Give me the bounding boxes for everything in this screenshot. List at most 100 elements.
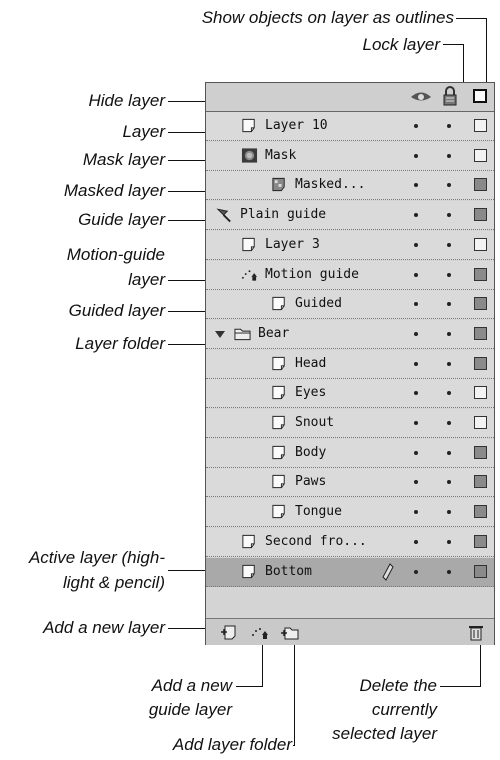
layer-row[interactable]: Tongue <box>206 498 494 528</box>
lock-dot[interactable] <box>447 480 451 485</box>
visibility-dot[interactable] <box>414 391 418 396</box>
visibility-dot[interactable] <box>414 569 418 574</box>
layer-row[interactable]: Bottom <box>206 557 494 587</box>
outline-color-swatch[interactable] <box>474 237 487 251</box>
layer-name: Guided <box>295 296 342 312</box>
callout-masked-layer: Masked layer <box>63 181 165 200</box>
outline-color-swatch[interactable] <box>474 475 487 489</box>
visibility-dot[interactable] <box>414 331 418 336</box>
layer-row[interactable]: Bear <box>206 319 494 349</box>
layer-name: Snout <box>295 415 335 430</box>
visibility-dot[interactable] <box>414 213 418 218</box>
lock-dot[interactable] <box>447 183 451 188</box>
outline-color-swatch[interactable] <box>474 356 487 370</box>
leader-outlines-h <box>456 18 486 19</box>
leader-outlines-v <box>486 18 487 88</box>
outline-color-swatch[interactable] <box>474 445 487 459</box>
layer-row[interactable]: Layer 3 <box>206 230 494 260</box>
callout-show-outlines: Show objects on layer as outlines <box>201 8 454 27</box>
lock-dot[interactable] <box>447 391 451 396</box>
outline-color-swatch[interactable] <box>474 505 487 519</box>
eye-icon[interactable] <box>410 87 432 105</box>
outline-color-swatch[interactable] <box>474 148 487 162</box>
layer-row[interactable]: Eyes <box>206 379 494 409</box>
outline-color-swatch[interactable] <box>474 208 487 222</box>
lock-dot[interactable] <box>447 361 451 366</box>
normal-layer-icon <box>272 386 285 400</box>
leader-delete-h <box>440 686 480 687</box>
visibility-dot[interactable] <box>414 480 418 485</box>
visibility-dot[interactable] <box>414 421 418 425</box>
visibility-dot[interactable] <box>414 361 418 366</box>
layer-row[interactable]: Paws <box>206 468 494 498</box>
leader-add-folder-v <box>294 636 295 746</box>
visibility-dot[interactable] <box>414 539 418 544</box>
lock-dot[interactable] <box>447 302 451 307</box>
layers-panel-footer <box>206 618 494 645</box>
lock-dot[interactable] <box>447 421 451 425</box>
layer-name: Second fro... <box>265 533 367 549</box>
outline-color-swatch[interactable] <box>474 297 487 311</box>
add-guide-layer-icon[interactable] <box>250 623 270 641</box>
normal-layer-icon <box>242 564 255 578</box>
leader-add-guide-h <box>236 686 262 687</box>
layer-row[interactable]: Head <box>206 349 494 379</box>
layer-name: Plain guide <box>240 207 327 223</box>
lock-dot[interactable] <box>447 272 451 277</box>
lock-dot[interactable] <box>447 124 451 128</box>
outline-color-swatch[interactable] <box>474 119 487 132</box>
add-folder-icon[interactable] <box>280 623 300 641</box>
lock-dot[interactable] <box>447 539 451 544</box>
visibility-dot[interactable] <box>414 153 418 158</box>
lock-dot[interactable] <box>447 331 451 336</box>
lock-dot[interactable] <box>447 450 451 455</box>
outline-color-swatch[interactable] <box>474 326 487 340</box>
layers-panel-header <box>206 83 494 112</box>
visibility-dot[interactable] <box>414 183 418 188</box>
layer-row[interactable]: Body <box>206 438 494 468</box>
lock-icon[interactable] <box>442 86 458 106</box>
layer-name: Eyes <box>295 385 327 401</box>
callout-add-guide-line2: guide layer <box>148 700 232 719</box>
normal-layer-icon <box>272 445 285 459</box>
layer-row[interactable]: Snout <box>206 409 494 438</box>
layer-row[interactable]: Guided <box>206 290 494 320</box>
lock-dot[interactable] <box>447 569 451 574</box>
lock-dot[interactable] <box>447 153 451 158</box>
visibility-dot[interactable] <box>414 510 418 515</box>
callout-active-layer-line1: Active layer (high- <box>28 548 165 567</box>
disclosure-triangle-icon[interactable] <box>214 330 226 339</box>
layer-row[interactable]: Mask <box>206 141 494 171</box>
outline-color-swatch[interactable] <box>474 386 487 400</box>
callout-mask-layer: Mask layer <box>82 150 165 169</box>
outline-color-swatch[interactable] <box>474 178 487 192</box>
outline-square-icon[interactable] <box>473 89 487 103</box>
layer-row[interactable]: Layer 10 <box>206 112 494 141</box>
add-layer-icon[interactable] <box>220 623 240 641</box>
trash-icon[interactable] <box>466 623 486 641</box>
lock-dot[interactable] <box>447 213 451 218</box>
normal-layer-icon <box>242 237 255 251</box>
layer-name: Body <box>295 444 327 460</box>
layer-row[interactable]: Plain guide <box>206 201 494 231</box>
visibility-dot[interactable] <box>414 302 418 307</box>
outline-color-swatch[interactable] <box>474 267 487 281</box>
layer-name: Paws <box>295 474 327 490</box>
outline-color-swatch[interactable] <box>474 416 487 429</box>
callout-guided-layer: Guided layer <box>68 301 165 320</box>
visibility-dot[interactable] <box>414 124 418 128</box>
lock-dot[interactable] <box>447 242 451 247</box>
visibility-dot[interactable] <box>414 242 418 247</box>
layer-name: Head <box>295 355 327 371</box>
layer-row[interactable]: Motion guide <box>206 260 494 290</box>
callout-active-layer-line2: light & pencil) <box>62 573 165 592</box>
lock-dot[interactable] <box>447 510 451 515</box>
outline-color-swatch[interactable] <box>474 534 487 548</box>
layer-row[interactable]: Masked... <box>206 171 494 201</box>
callout-delete-line2: currently <box>371 700 437 719</box>
visibility-dot[interactable] <box>414 450 418 455</box>
visibility-dot[interactable] <box>414 272 418 277</box>
callout-layer-folder: Layer folder <box>75 334 165 353</box>
layer-row[interactable]: Second fro... <box>206 527 494 557</box>
outline-color-swatch[interactable] <box>474 564 487 578</box>
